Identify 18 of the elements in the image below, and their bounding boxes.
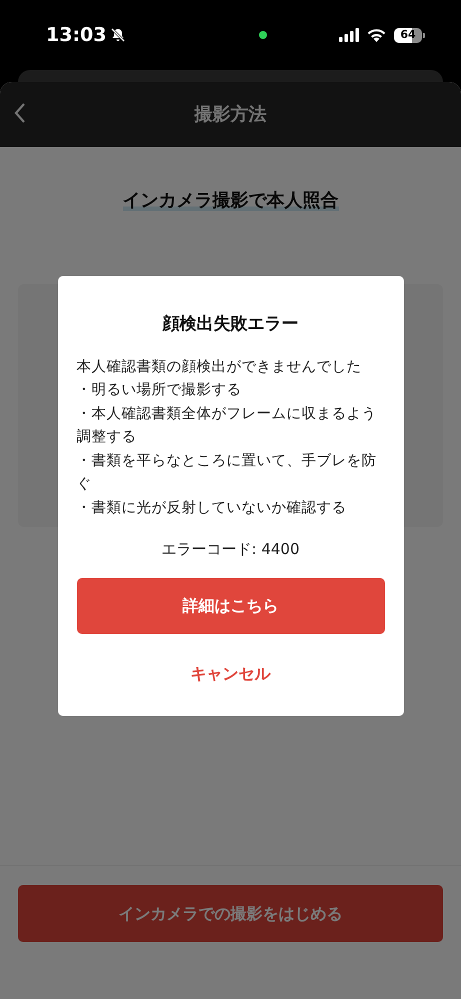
start-camera-button[interactable]: インカメラでの撮影をはじめる <box>18 885 443 942</box>
bullet-item: ・本人確認書類全体がフレームに収まるよう調整する <box>76 404 378 447</box>
muted-bell-icon <box>110 27 126 43</box>
cancel-button[interactable]: キャンセル <box>178 656 282 692</box>
clock: 13:03 <box>46 22 106 48</box>
wifi-icon <box>366 28 386 42</box>
signal-icon <box>338 28 359 42</box>
details-button[interactable]: 詳細はこちら <box>76 578 384 634</box>
error-code: エラーコード: 4400 <box>160 539 300 560</box>
dialog-message: 本人確認書類の顔検出ができませんでした <box>76 358 362 376</box>
back-button[interactable] <box>14 102 26 124</box>
page-title: 撮影方法 <box>194 103 266 127</box>
camera-indicator-icon <box>258 31 267 39</box>
bullet-item: ・書類を平らなところに置いて、手ブレを防ぐ <box>76 452 378 494</box>
bullet-item: ・明るい場所で撮影する <box>76 381 242 400</box>
battery-icon: 64 <box>394 28 425 42</box>
bullet-item: ・書類に光が反射していないか確認する <box>76 498 348 518</box>
dialog-title: 顔検出失敗エラー <box>161 313 300 336</box>
